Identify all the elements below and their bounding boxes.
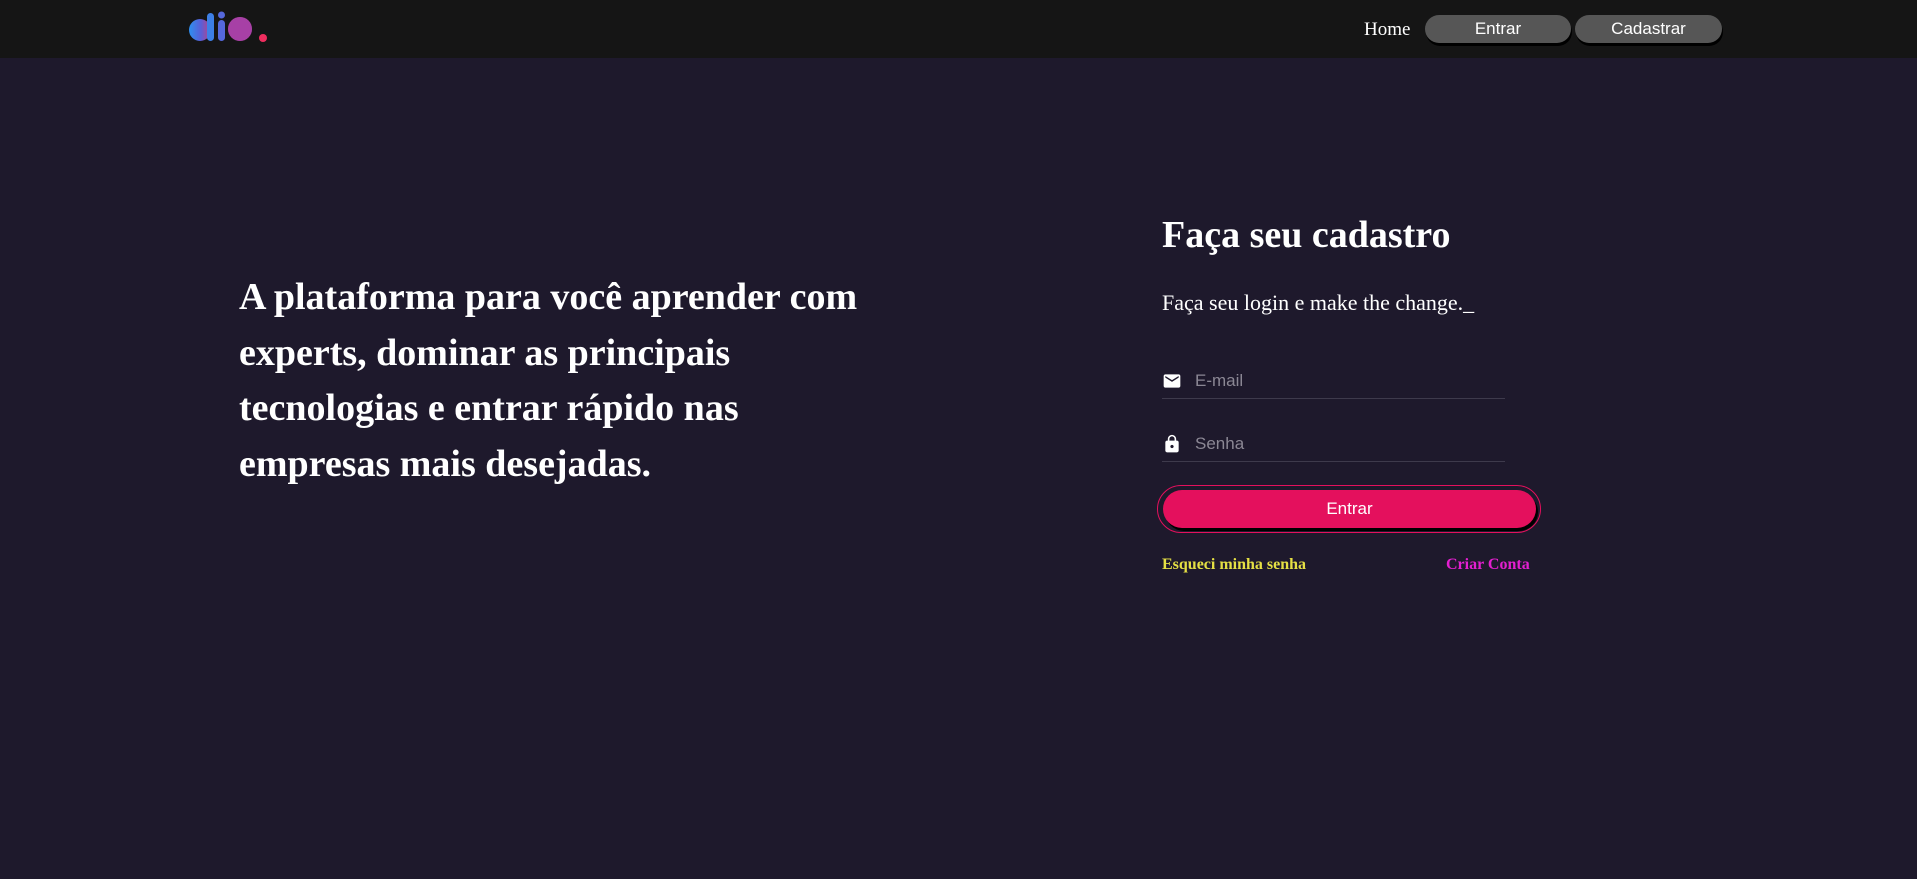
email-field-wrapper	[1162, 366, 1505, 399]
nav-entrar-button[interactable]: Entrar	[1425, 15, 1571, 43]
form-subtitle: Faça seu login e make the change._	[1162, 290, 1475, 315]
password-input[interactable]	[1195, 429, 1500, 459]
form-title: Faça seu cadastro	[1162, 214, 1451, 256]
nav-cadastrar-button[interactable]: Cadastrar	[1575, 15, 1722, 43]
top-header: Home Entrar Cadastrar	[0, 0, 1917, 58]
page: Home Entrar Cadastrar A plataforma para …	[0, 0, 1917, 879]
email-input[interactable]	[1195, 366, 1500, 396]
forgot-password-link[interactable]: Esqueci minha senha	[1162, 556, 1306, 574]
hero-headline: A plataforma para você aprender com expe…	[239, 276, 858, 485]
lock-icon	[1165, 434, 1179, 453]
password-field-wrapper	[1162, 429, 1505, 462]
mail-icon	[1163, 374, 1181, 388]
nav-home-link[interactable]: Home	[1364, 19, 1410, 41]
dio-logo-icon[interactable]	[188, 11, 270, 45]
submit-entrar-button[interactable]: Entrar	[1163, 490, 1536, 528]
create-account-link[interactable]: Criar Conta	[1446, 556, 1530, 574]
